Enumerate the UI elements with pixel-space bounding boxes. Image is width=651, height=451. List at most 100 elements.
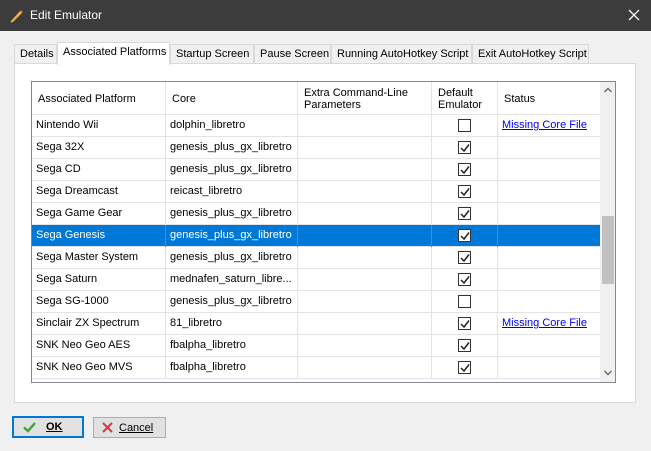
params-cell[interactable] [298,291,432,313]
column-header-default-emulator[interactable]: Default Emulator [432,82,498,115]
missing-core-file-link[interactable]: Missing Core File [502,317,587,329]
status-cell[interactable] [498,291,600,313]
table-row[interactable]: SNK Neo Geo MVS fbalpha_libretro [32,357,600,379]
default-emulator-checkbox[interactable] [458,141,471,154]
core-cell[interactable]: fbalpha_libretro [166,335,298,357]
default-emulator-checkbox[interactable] [458,163,471,176]
params-cell[interactable] [298,225,432,247]
core-cell[interactable]: genesis_plus_gx_libretro [166,247,298,269]
missing-core-file-link[interactable]: Missing Core File [502,119,587,131]
params-cell[interactable] [298,159,432,181]
default-emulator-checkbox[interactable] [458,273,471,286]
core-cell[interactable]: reicast_libretro [166,181,298,203]
scrollbar-thumb[interactable] [602,216,614,284]
cancel-button[interactable]: Cancel [93,417,166,438]
table-row[interactable]: Sega Dreamcast reicast_libretro [32,181,600,203]
core-cell[interactable]: genesis_plus_gx_libretro [166,137,298,159]
platform-cell[interactable]: Sega Master System [32,247,166,269]
table-row[interactable]: Sega 32X genesis_plus_gx_libretro [32,137,600,159]
status-cell[interactable] [498,247,600,269]
table-row[interactable]: Sega SG-1000 genesis_plus_gx_libretro [32,291,600,313]
default-emulator-checkbox[interactable] [458,339,471,352]
tab-running-autohotkey-script[interactable]: Running AutoHotkey Script [331,44,472,64]
params-cell[interactable] [298,181,432,203]
default-emulator-checkbox[interactable] [458,229,471,242]
platform-cell[interactable]: Sega SG-1000 [32,291,166,313]
tab-startup-screen[interactable]: Startup Screen [170,44,254,64]
default-emulator-checkbox[interactable] [458,207,471,220]
core-cell[interactable]: fbalpha_libretro [166,357,298,379]
default-emulator-cell[interactable] [432,137,498,159]
core-cell[interactable]: mednafen_saturn_libre... [166,269,298,291]
scroll-down-button[interactable] [600,365,615,382]
close-button[interactable] [617,0,651,31]
core-cell[interactable]: genesis_plus_gx_libretro [166,291,298,313]
params-cell[interactable] [298,335,432,357]
ok-button[interactable]: OK [12,416,84,438]
platform-cell[interactable]: Nintendo Wii [32,115,166,137]
status-cell[interactable] [498,335,600,357]
table-row[interactable]: Sega CD genesis_plus_gx_libretro [32,159,600,181]
status-cell[interactable] [498,225,600,247]
tab-details[interactable]: Details [14,44,57,64]
default-emulator-checkbox[interactable] [458,295,471,308]
associated-platforms-grid[interactable]: Associated Platform Core Extra Command-L… [31,81,616,383]
vertical-scrollbar[interactable] [600,82,615,382]
tab-pause-screen[interactable]: Pause Screen [254,44,331,64]
platform-cell[interactable]: Sega 32X [32,137,166,159]
default-emulator-cell[interactable] [432,181,498,203]
table-row[interactable]: Sinclair ZX Spectrum 81_libretro Missing C… [32,313,600,335]
column-header-core[interactable]: Core [166,82,298,115]
default-emulator-cell[interactable] [432,225,498,247]
status-cell[interactable] [498,269,600,291]
default-emulator-cell[interactable] [432,291,498,313]
default-emulator-checkbox[interactable] [458,185,471,198]
table-row[interactable]: Nintendo Wii dolphin_libretro Missing Core… [32,115,600,137]
params-cell[interactable] [298,313,432,335]
status-cell[interactable]: Missing Core File [498,115,600,137]
table-row[interactable]: SNK Neo Geo AES fbalpha_libretro [32,335,600,357]
params-cell[interactable] [298,115,432,137]
default-emulator-cell[interactable] [432,115,498,137]
core-cell[interactable]: genesis_plus_gx_libretro [166,159,298,181]
core-cell[interactable]: 81_libretro [166,313,298,335]
platform-cell[interactable]: SNK Neo Geo MVS [32,357,166,379]
default-emulator-cell[interactable] [432,335,498,357]
tab-exit-autohotkey-script[interactable]: Exit AutoHotkey Script [472,44,589,64]
table-row[interactable]: Sega Master System genesis_plus_gx_libret… [32,247,600,269]
core-cell[interactable]: genesis_plus_gx_libretro [166,203,298,225]
params-cell[interactable] [298,203,432,225]
default-emulator-cell[interactable] [432,313,498,335]
column-header-status[interactable]: Status [498,82,600,115]
core-cell[interactable]: genesis_plus_gx_libretro [166,225,298,247]
tab-associated-platforms[interactable]: Associated Platforms [57,42,170,65]
params-cell[interactable] [298,357,432,379]
platform-cell[interactable]: Sinclair ZX Spectrum [32,313,166,335]
default-emulator-cell[interactable] [432,269,498,291]
platform-cell[interactable]: SNK Neo Geo AES [32,335,166,357]
default-emulator-checkbox[interactable] [458,251,471,264]
core-cell[interactable]: dolphin_libretro [166,115,298,137]
status-cell[interactable]: Missing Core File [498,313,600,335]
status-cell[interactable] [498,159,600,181]
default-emulator-cell[interactable] [432,203,498,225]
column-header-extra-params[interactable]: Extra Command-Line Parameters [298,82,432,115]
default-emulator-cell[interactable] [432,159,498,181]
params-cell[interactable] [298,269,432,291]
status-cell[interactable] [498,357,600,379]
default-emulator-cell[interactable] [432,357,498,379]
table-row[interactable]: Sega Game Gear genesis_plus_gx_libretro [32,203,600,225]
column-header-platform[interactable]: Associated Platform [32,82,166,115]
params-cell[interactable] [298,247,432,269]
platform-cell[interactable]: Sega CD [32,159,166,181]
table-row[interactable]: Sega Saturn mednafen_saturn_libre... [32,269,600,291]
default-emulator-checkbox[interactable] [458,361,471,374]
platform-cell[interactable]: Sega Dreamcast [32,181,166,203]
status-cell[interactable] [498,203,600,225]
platform-cell[interactable]: Sega Game Gear [32,203,166,225]
scroll-up-button[interactable] [600,82,615,99]
status-cell[interactable] [498,181,600,203]
platform-cell[interactable]: Sega Genesis [32,225,166,247]
default-emulator-checkbox[interactable] [458,119,471,132]
default-emulator-cell[interactable] [432,247,498,269]
